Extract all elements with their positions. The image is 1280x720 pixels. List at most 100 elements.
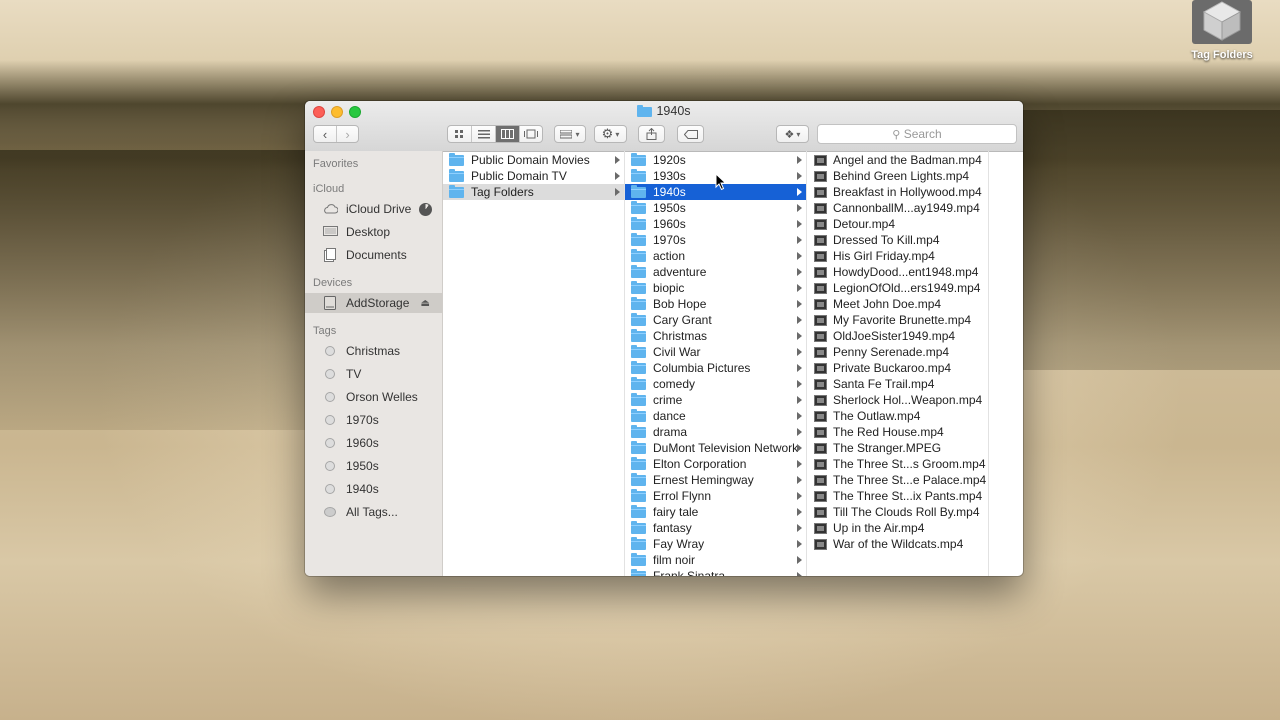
sidebar-item-desktop[interactable]: Desktop	[305, 222, 442, 242]
file-row[interactable]: CannonballM...ay1949.mp4	[807, 200, 988, 216]
folder-row[interactable]: Bob Hope	[625, 296, 806, 312]
folder-row[interactable]: fairy tale	[625, 504, 806, 520]
folder-row[interactable]: film noir	[625, 552, 806, 568]
sidebar-tag-christmas[interactable]: Christmas	[305, 341, 442, 361]
folder-row[interactable]: dance	[625, 408, 806, 424]
folder-row[interactable]: Errol Flynn	[625, 488, 806, 504]
folder-icon	[631, 297, 646, 310]
file-row[interactable]: LegionOfOld...ers1949.mp4	[807, 280, 988, 296]
disclosure-arrow-icon	[797, 444, 802, 452]
row-label: Errol Flynn	[653, 489, 712, 503]
file-row[interactable]: The Three St...s Groom.mp4	[807, 456, 988, 472]
folder-row[interactable]: Public Domain Movies	[443, 152, 624, 168]
folder-row[interactable]: Christmas	[625, 328, 806, 344]
file-row[interactable]: Santa Fe Trail.mp4	[807, 376, 988, 392]
file-row[interactable]: Angel and the Badman.mp4	[807, 152, 988, 168]
file-row[interactable]: The Three St...ix Pants.mp4	[807, 488, 988, 504]
eject-icon[interactable]: ⏏	[421, 298, 430, 309]
forward-button[interactable]: ›	[337, 126, 358, 142]
sidebar-item-documents[interactable]: Documents	[305, 245, 442, 265]
disclosure-arrow-icon	[797, 556, 802, 564]
row-label: The Three St...e Palace.mp4	[833, 473, 987, 487]
folder-row[interactable]: DuMont Television Network	[625, 440, 806, 456]
sidebar-tag-1950s[interactable]: 1950s	[305, 456, 442, 476]
file-row[interactable]: War of the Wildcats.mp4	[807, 536, 988, 552]
folder-icon	[631, 441, 646, 454]
file-row[interactable]: Sherlock Hol...Weapon.mp4	[807, 392, 988, 408]
file-row[interactable]: The Three St...e Palace.mp4	[807, 472, 988, 488]
back-button[interactable]: ‹	[314, 126, 337, 142]
folder-row[interactable]: Cary Grant	[625, 312, 806, 328]
sidebar-tag-orson-welles[interactable]: Orson Welles	[305, 387, 442, 407]
action-button[interactable]: ⚙ ▾	[594, 125, 627, 143]
file-row[interactable]: Detour.mp4	[807, 216, 988, 232]
sidebar-item-label: Desktop	[346, 225, 391, 239]
file-row[interactable]: His Girl Friday.mp4	[807, 248, 988, 264]
folder-icon	[631, 505, 646, 518]
share-button[interactable]	[638, 125, 665, 143]
sidebar-item-icloud-drive[interactable]: iCloud Drive	[305, 199, 442, 219]
folder-row[interactable]: Frank Sinatra	[625, 568, 806, 576]
folder-row[interactable]: Fay Wray	[625, 536, 806, 552]
list-view-button[interactable]	[472, 126, 496, 142]
folder-row[interactable]: Elton Corporation	[625, 456, 806, 472]
toolbar: 1940s ‹ › ▾ ⚙ ▾ ❖ ▾ ⚲ Search	[305, 101, 1023, 152]
folder-row[interactable]: fantasy	[625, 520, 806, 536]
file-row[interactable]: Behind Green Lights.mp4	[807, 168, 988, 184]
sidebar-tag-tv[interactable]: TV	[305, 364, 442, 384]
file-row[interactable]: Penny Serenade.mp4	[807, 344, 988, 360]
folder-row[interactable]: comedy	[625, 376, 806, 392]
group-by-button[interactable]: ▾	[554, 125, 586, 143]
file-row[interactable]: OldJoeSister1949.mp4	[807, 328, 988, 344]
tags-button[interactable]	[677, 125, 704, 143]
folder-row[interactable]: 1960s	[625, 216, 806, 232]
row-label: Angel and the Badman.mp4	[833, 153, 982, 167]
file-row[interactable]: Private Buckaroo.mp4	[807, 360, 988, 376]
sidebar-tag-1960s[interactable]: 1960s	[305, 433, 442, 453]
sidebar-tag-1940s[interactable]: 1940s	[305, 479, 442, 499]
row-label: The Three St...ix Pants.mp4	[833, 489, 983, 503]
file-row[interactable]: Till The Clouds Roll By.mp4	[807, 504, 988, 520]
icon-view-button[interactable]	[448, 126, 472, 142]
tag-dot-icon	[325, 392, 335, 402]
folder-row[interactable]: Tag Folders	[443, 184, 624, 200]
file-row[interactable]: Up in the Air.mp4	[807, 520, 988, 536]
file-row[interactable]: The Stranger.MPEG	[807, 440, 988, 456]
desktop-icon-tag-folders[interactable]: Tag Folders	[1186, 0, 1258, 61]
file-row[interactable]: The Red House.mp4	[807, 424, 988, 440]
folder-row[interactable]: action	[625, 248, 806, 264]
file-row[interactable]: Breakfast in Hollywood.mp4	[807, 184, 988, 200]
folder-row[interactable]: biopic	[625, 280, 806, 296]
file-row[interactable]: My Favorite Brunette.mp4	[807, 312, 988, 328]
video-thumbnail-icon	[814, 490, 827, 502]
column-view-button[interactable]	[496, 126, 520, 142]
folder-row[interactable]: drama	[625, 424, 806, 440]
folder-row[interactable]: 1950s	[625, 200, 806, 216]
folder-row[interactable]: adventure	[625, 264, 806, 280]
folder-row[interactable]: Public Domain TV	[443, 168, 624, 184]
search-field[interactable]: ⚲ Search	[817, 124, 1017, 144]
sidebar-all-tags[interactable]: All Tags...	[305, 502, 442, 522]
folder-row[interactable]: Ernest Hemingway	[625, 472, 806, 488]
row-label: Private Buckaroo.mp4	[833, 361, 952, 375]
disclosure-arrow-icon	[797, 236, 802, 244]
dropbox-button[interactable]: ❖ ▾	[776, 125, 809, 143]
disclosure-arrow-icon	[615, 172, 620, 180]
sidebar-tag-1970s[interactable]: 1970s	[305, 410, 442, 430]
gallery-view-button[interactable]	[520, 126, 542, 142]
folder-row[interactable]: 1970s	[625, 232, 806, 248]
file-row[interactable]: Dressed To Kill.mp4	[807, 232, 988, 248]
gear-icon: ⚙	[601, 126, 614, 141]
file-row[interactable]: Meet John Doe.mp4	[807, 296, 988, 312]
folder-row[interactable]: Civil War	[625, 344, 806, 360]
file-row[interactable]: HowdyDood...ent1948.mp4	[807, 264, 988, 280]
folder-icon	[631, 233, 646, 246]
file-row[interactable]: The Outlaw.mp4	[807, 408, 988, 424]
folder-row[interactable]: 1920s	[625, 152, 806, 168]
row-label: 1970s	[653, 233, 686, 247]
folder-row[interactable]: crime	[625, 392, 806, 408]
folder-row[interactable]: Columbia Pictures	[625, 360, 806, 376]
icloud-progress-icon	[419, 202, 432, 216]
row-label: The Red House.mp4	[833, 425, 944, 439]
sidebar-item-addstorage[interactable]: AddStorage ⏏	[305, 293, 442, 313]
